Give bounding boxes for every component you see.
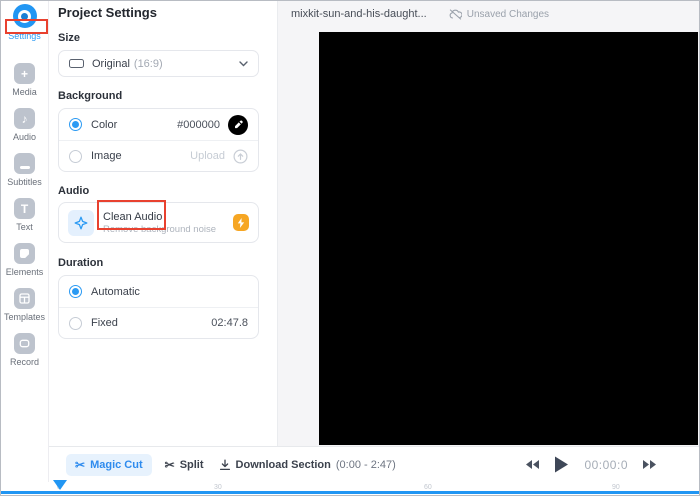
download-section-button[interactable]: Download Section (0:00 - 2:47) [219, 459, 396, 471]
color-swatch[interactable] [228, 114, 248, 135]
size-select[interactable]: Original (16:9) [58, 50, 259, 77]
duration-section-label: Duration [58, 257, 104, 269]
elements-icon [14, 243, 35, 264]
sidebar-item-audio[interactable]: ♪ Audio [13, 108, 36, 142]
playhead-marker[interactable] [53, 480, 67, 490]
timeline-ruler: 0 30 60 90 [1, 480, 699, 495]
video-editor-window: Settings + Media ♪ Audio Subtitles T Tex… [0, 0, 700, 496]
ruler-tick: 60 [424, 484, 432, 491]
playback-controls: 00:00:0 [526, 447, 656, 482]
background-color-row[interactable]: Color #000000 [59, 109, 258, 140]
page-title: Project Settings [58, 5, 157, 20]
clean-audio-title: Clean Audio [103, 210, 163, 223]
magic-scissors-icon: ✂ [75, 457, 86, 472]
split-label: Split [179, 458, 204, 471]
sidebar-item-label: Media [12, 87, 37, 97]
sidebar-item-text[interactable]: T Text [14, 198, 35, 232]
sparkle-icon [68, 209, 94, 236]
background-image-row[interactable]: Image Upload [59, 140, 258, 171]
fixed-radio[interactable] [69, 316, 82, 330]
size-value: Original [92, 57, 130, 70]
chevron-down-icon [239, 60, 248, 67]
save-status: Unsaved Changes [449, 9, 549, 20]
automatic-radio[interactable] [69, 285, 82, 298]
sidebar-item-subtitles[interactable]: Subtitles [7, 153, 42, 187]
cloud-off-icon [449, 8, 462, 20]
fast-forward-button[interactable] [643, 460, 656, 469]
duration-fixed-row[interactable]: Fixed 02:47.8 [59, 307, 258, 338]
preview-area: mixkit-sun-and-his-daught... Unsaved Cha… [278, 1, 699, 446]
duration-automatic-row[interactable]: Automatic [59, 276, 258, 307]
sidebar-item-label: Templates [3, 312, 46, 322]
sidebar-item-elements[interactable]: Elements [5, 243, 44, 277]
project-name: mixkit-sun-and-his-daught... [291, 8, 427, 20]
sidebar: Settings + Media ♪ Audio Subtitles T Tex… [1, 1, 49, 482]
download-range: (0:00 - 2:47) [335, 458, 396, 471]
sidebar-item-label: Subtitles [7, 177, 42, 187]
fixed-label: Fixed [91, 317, 118, 329]
sidebar-item-label: Audio [12, 132, 37, 142]
background-card: Color #000000 Image Upload [58, 108, 259, 172]
play-button[interactable] [554, 456, 569, 473]
color-label: Color [91, 118, 118, 131]
sidebar-item-settings[interactable]: Settings [8, 4, 41, 41]
rewind-button[interactable] [526, 460, 540, 469]
upload-icon[interactable] [233, 148, 248, 164]
project-settings-panel: Project Settings Size Original (16:9) Ba… [49, 1, 278, 446]
ruler-tick: 90 [612, 484, 620, 491]
sidebar-item-label: Record [9, 357, 39, 367]
sidebar-item-templates[interactable]: Templates [4, 288, 45, 322]
ruler-tick: 30 [214, 484, 222, 491]
settings-icon [12, 4, 37, 28]
music-note-icon: ♪ [14, 108, 35, 129]
download-icon [219, 459, 230, 470]
aspect-ratio-icon [69, 59, 84, 68]
magic-cut-label: Magic Cut [90, 458, 143, 471]
media-plus-icon: + [13, 63, 35, 84]
clean-audio-card[interactable]: Clean Audio Remove background noise [58, 202, 259, 243]
color-radio[interactable] [69, 118, 82, 131]
size-section-label: Size [58, 32, 81, 44]
text-icon: T [14, 198, 35, 219]
sidebar-item-record[interactable]: Record [10, 333, 39, 367]
timeline-toolbar: ✂ Magic Cut ✂ Split Download Section (0:0… [49, 446, 699, 482]
duration-card: Automatic Fixed 02:47.8 [58, 275, 259, 339]
subtitles-icon [14, 153, 35, 174]
preview-header: mixkit-sun-and-his-daught... Unsaved Cha… [278, 1, 699, 27]
audio-section-label: Audio [58, 185, 90, 197]
eyedropper-icon [234, 120, 243, 129]
timeline-track-line [1, 491, 699, 494]
current-time: 00:00:0 [584, 457, 628, 472]
record-icon [13, 333, 35, 354]
size-ratio: (16:9) [133, 57, 163, 70]
templates-icon [14, 288, 35, 309]
image-radio[interactable] [69, 149, 82, 163]
image-label: Image [91, 150, 122, 162]
background-section-label: Background [58, 90, 123, 102]
premium-bolt-button[interactable] [233, 214, 249, 231]
video-preview-canvas [319, 32, 698, 445]
split-button[interactable]: ✂ Split [165, 459, 204, 471]
magic-cut-button[interactable]: ✂ Magic Cut [66, 453, 152, 476]
sidebar-item-label: Text [16, 222, 33, 232]
lightning-icon [237, 217, 245, 228]
upload-label: Upload [190, 150, 225, 162]
fixed-duration-value: 02:47.8 [211, 317, 248, 329]
sidebar-item-label: Settings [8, 31, 41, 41]
automatic-label: Automatic [91, 285, 140, 298]
save-status-text: Unsaved Changes [466, 8, 550, 20]
scissors-icon: ✂ [164, 457, 175, 472]
clean-audio-subtitle: Remove background noise [103, 223, 217, 235]
download-label: Download Section [235, 458, 331, 471]
color-hex-value: #000000 [177, 118, 220, 131]
sidebar-item-media[interactable]: + Media [12, 63, 37, 97]
sidebar-item-label: Elements [5, 267, 44, 277]
